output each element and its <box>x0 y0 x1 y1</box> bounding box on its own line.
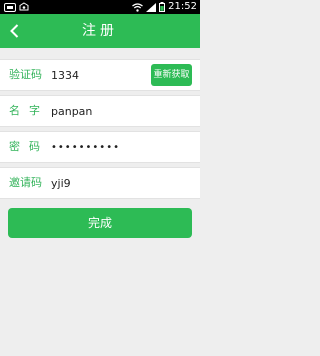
name-row: 名字 <box>0 95 200 127</box>
verification-code-input[interactable] <box>51 60 147 90</box>
invite-code-row: 邀请码 <box>0 167 200 199</box>
password-label: 密码 <box>9 140 49 153</box>
app-bar: 注册 <box>0 14 200 48</box>
notification-icon <box>4 2 16 12</box>
status-left-icons <box>4 2 29 12</box>
register-form: 验证码 重新获取 名字 密码 邀请码 <box>0 59 200 203</box>
resend-code-button[interactable]: 重新获取 <box>151 64 192 86</box>
app-icon <box>19 2 29 12</box>
page-title: 注册 <box>82 23 118 39</box>
password-input[interactable] <box>51 132 191 162</box>
submit-button[interactable]: 完成 <box>8 208 192 238</box>
status-bar: 21:52 <box>0 0 200 14</box>
wifi-icon <box>132 2 144 12</box>
status-time: 21:52 <box>168 1 197 12</box>
battery-icon <box>159 2 166 12</box>
name-label: 名字 <box>9 104 49 117</box>
verification-code-row: 验证码 重新获取 <box>0 59 200 91</box>
verification-code-label: 验证码 <box>9 68 42 81</box>
password-row: 密码 <box>0 131 200 163</box>
status-right-icons: 21:52 <box>132 0 197 14</box>
invite-code-label: 邀请码 <box>9 176 42 189</box>
invite-code-input[interactable] <box>51 168 191 198</box>
name-input[interactable] <box>51 96 191 126</box>
signal-icon <box>146 2 157 12</box>
